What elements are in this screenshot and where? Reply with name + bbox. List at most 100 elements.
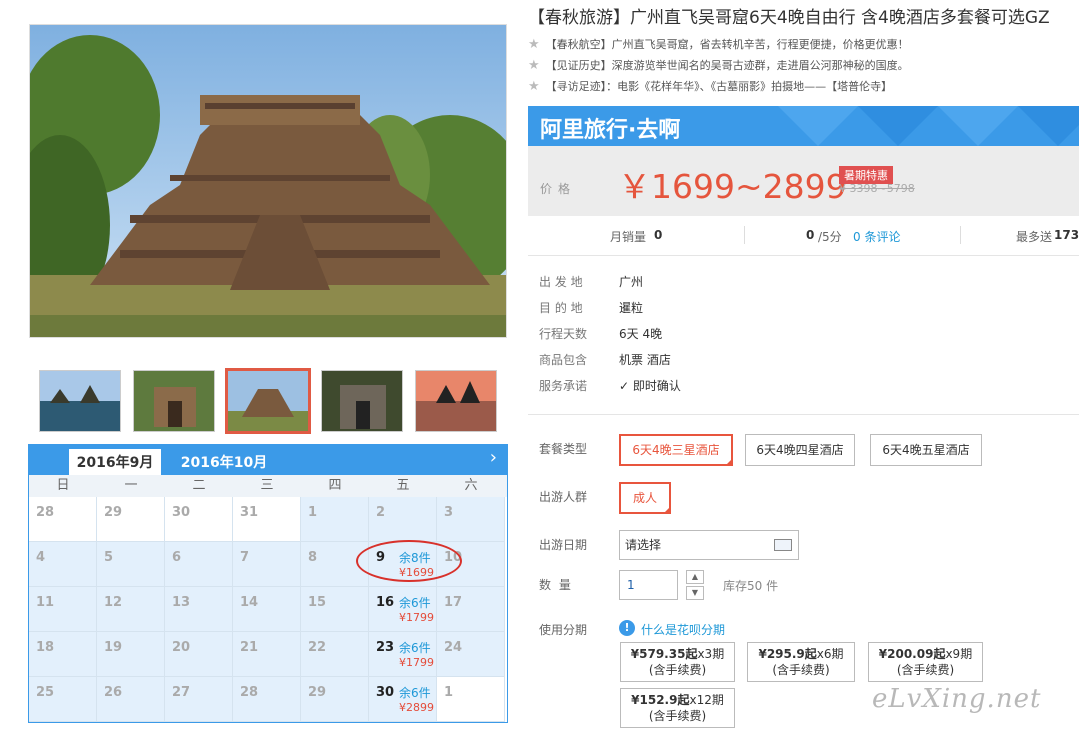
quantity-input[interactable]: 1	[619, 570, 678, 600]
calendar-day: 6	[165, 542, 233, 587]
info-value: 机票 酒店	[619, 353, 671, 367]
day-number: 22	[308, 640, 327, 655]
qty-up-icon[interactable]: ▲	[686, 570, 704, 584]
day-price: ¥1799	[399, 656, 434, 669]
calendar-day: 18	[29, 632, 97, 677]
feature-text: 【春秋航空】广州直飞吴哥窟，省去转机辛苦，行程更便捷，价格更优惠！	[545, 38, 909, 51]
rating-unit: /5分	[818, 230, 842, 244]
divider	[528, 414, 1079, 415]
day-number: 26	[104, 685, 123, 700]
installment-option-3[interactable]: ¥579.35起x3期 (含手续费)	[620, 642, 735, 682]
reviews-link[interactable]: 0 条评论	[853, 228, 900, 245]
date-select-input[interactable]: 请选择	[619, 530, 799, 560]
installment-amount: ¥579.35起	[630, 647, 698, 661]
calendar-day: 15	[301, 587, 369, 632]
day-number: 29	[308, 685, 327, 700]
calendar-day: 27	[165, 677, 233, 722]
info-value: 广州	[619, 275, 644, 289]
weekday-label: 一	[124, 478, 138, 493]
installment-help-link[interactable]: 什么是花呗分期	[641, 621, 725, 638]
package-option-4star[interactable]: 6天4晚四星酒店	[745, 434, 855, 466]
weekday-label: 五	[396, 478, 410, 493]
calendar-day: 19	[97, 632, 165, 677]
divider	[744, 226, 745, 244]
thumbnail-4[interactable]	[321, 370, 403, 432]
star-icon: ★	[528, 79, 540, 94]
package-option-3star[interactable]: 6天4晚三星酒店	[619, 434, 733, 466]
day-stock: 余6件	[399, 686, 431, 700]
info-label: 服务承诺	[539, 379, 588, 393]
calendar-day-available[interactable]: 30 余6件 ¥2899	[369, 677, 437, 722]
day-number: 4	[36, 550, 46, 565]
divider	[960, 226, 961, 244]
day-number: 23	[376, 640, 395, 655]
calendar-day: 17	[437, 587, 505, 632]
feature-line: ★ 【春秋航空】广州直飞吴哥窟，省去转机辛苦，行程更便捷，价格更优惠！	[528, 36, 909, 52]
thumbnail-2[interactable]	[133, 370, 215, 432]
day-number: 6	[172, 550, 182, 565]
product-title: 【春秋旅游】广州直飞吴哥窟6天4晚自由行 含4晚酒店多套餐可选GZ	[528, 8, 1050, 28]
weekday-label: 三	[260, 478, 274, 493]
day-number: 16	[376, 595, 395, 610]
people-label: 出游人群	[539, 490, 588, 504]
qty-down-icon[interactable]: ▼	[686, 586, 704, 600]
promo-banner: 阿里旅行·去啊	[528, 106, 1079, 146]
day-number: 5	[104, 550, 114, 565]
watermark: eLvXing.net	[872, 684, 1042, 714]
calendar-day: 7	[233, 542, 301, 587]
calendar-day: 1	[301, 497, 369, 542]
day-number: 27	[172, 685, 191, 700]
calendar-day: 13	[165, 587, 233, 632]
thumbnail-3-selected[interactable]	[225, 368, 311, 434]
installment-label: 使用分期	[539, 623, 588, 637]
installment-period: x12期	[689, 693, 724, 707]
info-value: 暹粒	[619, 301, 644, 315]
package-option-5star[interactable]: 6天4晚五星酒店	[870, 434, 982, 466]
calendar-day-available[interactable]: 16 余6件 ¥1799	[369, 587, 437, 632]
day-number: 29	[104, 505, 123, 520]
day-number: 11	[36, 595, 55, 610]
installment-fee: (含手续费)	[648, 663, 707, 677]
calendar-day: 12	[97, 587, 165, 632]
thumbnail-1[interactable]	[39, 370, 121, 432]
banner-text: 阿里旅行·去啊	[540, 118, 681, 143]
star-icon: ★	[528, 37, 540, 52]
calendar-day: 3	[437, 497, 505, 542]
tab-month-sep[interactable]: 2016年9月	[69, 449, 161, 475]
day-number: 8	[308, 550, 318, 565]
day-number: 19	[104, 640, 123, 655]
divider	[528, 255, 1079, 256]
price-value: ￥1699~2899	[618, 167, 847, 206]
info-icon: !	[619, 620, 635, 636]
tab-month-oct[interactable]: 2016年10月	[179, 449, 269, 475]
next-month-icon[interactable]: ›	[490, 447, 497, 468]
product-info-column: 【春秋旅游】广州直飞吴哥窟6天4晚自由行 含4晚酒店多套餐可选GZ ★ 【春秋航空…	[528, 0, 1079, 736]
calendar-day: 11	[29, 587, 97, 632]
people-option-adult[interactable]: 成人	[619, 482, 671, 514]
calendar-day: 29	[301, 677, 369, 722]
installment-option-6[interactable]: ¥295.9起x6期 (含手续费)	[747, 642, 855, 682]
thumbnail-5[interactable]	[415, 370, 497, 432]
calendar-day: 31	[233, 497, 301, 542]
info-label: 出 发 地	[539, 275, 583, 289]
original-price: ¥ 3398~5798	[839, 182, 915, 195]
calendar-day: 1	[437, 677, 505, 722]
calendar-day: 4	[29, 542, 97, 587]
info-label: 目 的 地	[539, 301, 583, 315]
service-text: 即时确认	[632, 379, 681, 393]
day-number: 2	[376, 505, 386, 520]
feature-text: 【见证历史】深度游览举世闻名的吴哥古迹群，走进眉公河那神秘的国度。	[545, 59, 909, 72]
day-number: 30	[172, 505, 191, 520]
thumbnail-strip	[29, 360, 507, 440]
calendar-day-available[interactable]: 23 余6件 ¥1799	[369, 632, 437, 677]
calendar-day: 28	[233, 677, 301, 722]
installment-option-12[interactable]: ¥152.9起x12期 (含手续费)	[620, 688, 735, 728]
gallery-column: 2016年9月 2016年10月 › 日 一 二 三 四 五 六 28 29 30 3…	[0, 0, 515, 736]
installment-option-9[interactable]: ¥200.09起x9期 (含手续费)	[868, 642, 983, 682]
points-value: 1739	[1054, 228, 1079, 242]
main-product-image	[29, 24, 507, 338]
rating-value: 0	[806, 228, 815, 242]
day-number: 25	[36, 685, 55, 700]
day-number: 15	[308, 595, 327, 610]
star-icon: ★	[528, 58, 540, 73]
